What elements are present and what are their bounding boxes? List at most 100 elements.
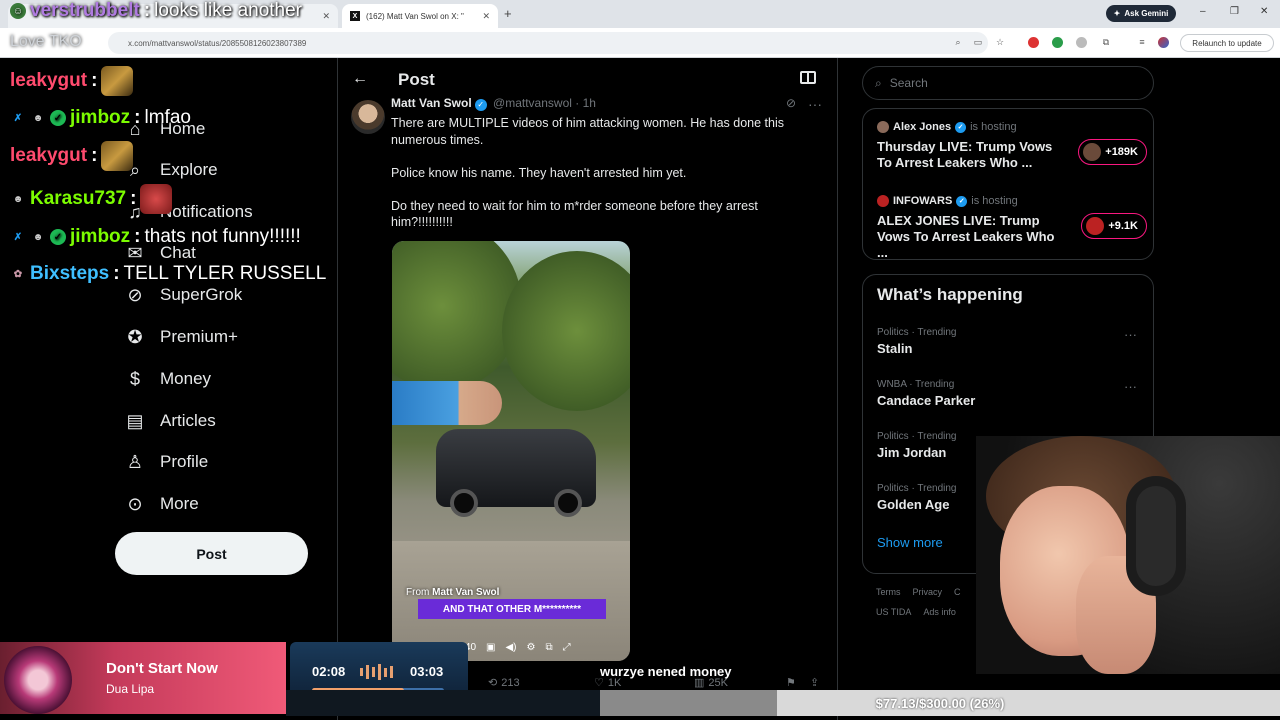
trend-item[interactable]: WNBA · Trending Candace Parker ···: [877, 379, 1143, 408]
nav-item-money[interactable]: $ Money: [124, 364, 211, 394]
popout-icon[interactable]: ⧉: [545, 642, 552, 653]
address-bar[interactable]: x.com/mattvanswol/status/208550812602380…: [108, 32, 988, 54]
footer-link[interactable]: C: [954, 587, 961, 597]
money-icon: $: [129, 368, 140, 389]
repost-button[interactable]: ⟲ 213: [488, 676, 520, 690]
settings-icon[interactable]: ⚙: [527, 642, 536, 653]
views-button[interactable]: ▥ 25K: [694, 676, 728, 690]
ask-gemini-button[interactable]: ✦ Ask Gemini: [1106, 5, 1176, 22]
tab-2-label: (162) Matt Van Swol on X: ": [366, 11, 464, 21]
grok-icon[interactable]: ⊘: [786, 96, 796, 110]
extensions-puzzle-icon[interactable]: ⧉: [1100, 36, 1112, 48]
zoom-icon[interactable]: ⌕: [952, 36, 964, 48]
url-text: x.com/mattvanswol/status/208550812602380…: [128, 38, 307, 48]
compose-post-button[interactable]: Post: [115, 532, 308, 575]
sword-badge-icon: ✗: [13, 231, 23, 243]
back-arrow-icon[interactable]: ←: [352, 70, 368, 88]
footer-link[interactable]: Ads info: [923, 607, 956, 617]
maximize-icon[interactable]: ❐: [1230, 6, 1239, 17]
reader-mode-icon[interactable]: [800, 71, 816, 84]
more-options-icon[interactable]: ···: [1124, 379, 1137, 394]
chat-message: ✿ Bixsteps: TELL TYLER RUSSELL: [10, 263, 327, 285]
nav-item-premium[interactable]: ✪ Premium+: [124, 322, 237, 352]
now-playing-widget: Don't Start Now Dua Lipa: [0, 642, 286, 714]
space-item[interactable]: Alex Jones ✓ is hosting Thursday LIVE: T…: [877, 121, 1147, 171]
browser-tab-2[interactable]: X (162) Matt Van Swol on X: " ✕: [342, 4, 498, 28]
extension-gray-icon[interactable]: [1076, 37, 1087, 48]
volume-icon[interactable]: ◀): [505, 642, 516, 653]
headphones-icon: [1126, 476, 1186, 596]
extension-green-icon[interactable]: [1052, 37, 1063, 48]
close-icon[interactable]: ✕: [322, 11, 330, 22]
bookmark-icon: ⚑: [786, 677, 796, 689]
minimize-icon[interactable]: –: [1200, 6, 1206, 17]
bookmark-button[interactable]: ⚑: [786, 676, 796, 689]
nav-label: Money: [160, 369, 212, 388]
trend-title: Candace Parker: [877, 393, 976, 408]
chat-badge-icon: ☺: [10, 3, 26, 19]
nav-item-explore[interactable]: ⌕ Explore: [124, 155, 218, 185]
chat-message: ✗ ☻ ✓ jimboz: thats not funny!!!!!!: [10, 226, 301, 248]
browser-toolbar: x.com/mattvanswol/status/208550812602380…: [0, 28, 1280, 58]
current-time: 02:08: [312, 664, 346, 679]
trend-item[interactable]: Politics · Trending Stalin ···: [877, 327, 1143, 356]
post-time: · 1h: [575, 96, 596, 110]
author-name[interactable]: Matt Van Swol: [391, 96, 472, 110]
search-placeholder: Search: [889, 76, 928, 90]
more-options-icon[interactable]: ···: [808, 96, 822, 112]
nav-item-profile[interactable]: ♙ Profile: [124, 447, 208, 477]
footer-link[interactable]: Terms: [876, 587, 901, 597]
reading-list-icon[interactable]: ≡: [1136, 36, 1148, 48]
new-tab-button[interactable]: +: [504, 6, 512, 21]
relaunch-label: Relaunch to update: [1192, 38, 1262, 48]
listener-count: +9.1K: [1108, 220, 1138, 232]
space-title: Thursday LIVE: Trump Vows To Arrest Leak…: [877, 139, 1053, 170]
host-status: is hosting: [971, 195, 1018, 207]
nav-item-more[interactable]: ⊙ More: [124, 489, 198, 519]
verified-badge-icon: ✓: [50, 229, 66, 245]
trend-context: Politics · Trending: [877, 327, 957, 338]
show-more-link[interactable]: Show more: [877, 535, 943, 550]
close-icon[interactable]: ✕: [482, 11, 490, 22]
footer-link[interactable]: Privacy: [913, 587, 943, 597]
verified-badge-icon: ✓: [50, 110, 66, 126]
author-handle[interactable]: @mattvanswol: [493, 96, 572, 110]
author-avatar[interactable]: [351, 100, 385, 134]
like-button[interactable]: ♡ 1K: [594, 676, 622, 690]
extension-adblock-icon[interactable]: [1028, 37, 1039, 48]
listener-avatar: [1083, 143, 1102, 161]
fullscreen-icon[interactable]: ⤢: [563, 642, 571, 653]
more-options-icon[interactable]: ···: [1124, 327, 1137, 342]
grok-icon: ⊘: [127, 284, 143, 305]
equalizer-icon: [360, 664, 396, 680]
trend-title: Stalin: [877, 341, 913, 356]
overlay-label: Love TKO: [10, 33, 82, 50]
share-button[interactable]: ⇪: [810, 676, 819, 689]
nav-label: Articles: [160, 411, 216, 430]
captions-icon[interactable]: ▣: [486, 642, 495, 653]
video-source: From Matt Van Swol: [406, 587, 499, 598]
star-icon[interactable]: ☆: [994, 36, 1006, 48]
nav-label: Notifications: [160, 202, 253, 221]
album-art: [4, 646, 72, 714]
nav-label: SuperGrok: [160, 285, 243, 304]
chat-message: ☻ Karasu737:: [10, 184, 173, 214]
space-host: INFOWARS ✓ is hosting: [877, 195, 1147, 207]
cast-icon[interactable]: ▭: [972, 36, 984, 48]
post-video[interactable]: From Matt Van Swol AND THAT OTHER M*****…: [392, 241, 630, 661]
video-caption: AND THAT OTHER M**********: [418, 599, 606, 619]
live-spaces: Alex Jones ✓ is hosting Thursday LIVE: T…: [862, 108, 1154, 260]
relaunch-button[interactable]: Relaunch to update: [1180, 34, 1274, 52]
profile-avatar-icon[interactable]: [1158, 37, 1169, 48]
nav-item-articles[interactable]: ▤ Articles: [124, 406, 216, 436]
host-status: is hosting: [970, 121, 1017, 133]
sword-badge-icon: ✗: [13, 112, 23, 124]
close-window-icon[interactable]: ✕: [1260, 6, 1268, 17]
search-input[interactable]: ⌕ Search: [862, 66, 1154, 100]
listeners-pill[interactable]: +189K: [1078, 139, 1147, 165]
footer-link[interactable]: US TIDA: [876, 607, 911, 617]
listeners-pill[interactable]: +9.1K: [1081, 213, 1147, 239]
host-avatar: [877, 121, 889, 133]
space-item[interactable]: INFOWARS ✓ is hosting ALEX JONES LIVE: T…: [877, 195, 1147, 261]
like-count: 1K: [607, 676, 622, 689]
